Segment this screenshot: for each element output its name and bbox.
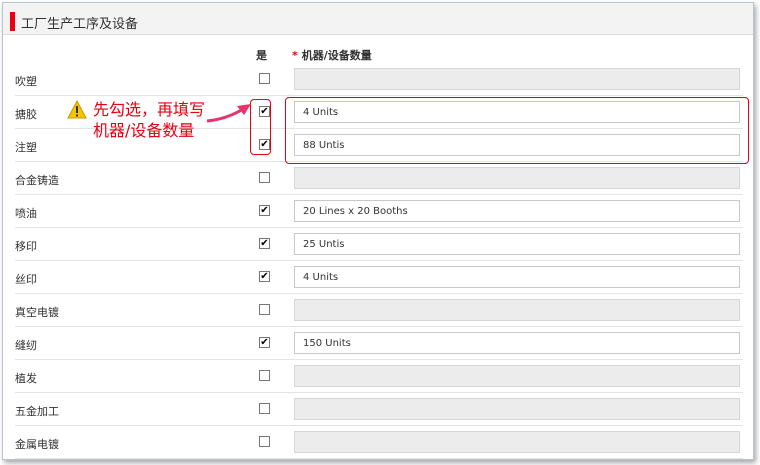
required-mark: * <box>292 49 298 62</box>
column-header-quantity: * 机器/设备数量 <box>292 47 372 63</box>
callout-line-2: 机器/设备数量 <box>93 121 195 140</box>
process-checkbox[interactable]: ✔ <box>259 205 270 216</box>
process-label: 移印 <box>15 240 37 253</box>
process-label: 金属电镀 <box>15 438 59 451</box>
quantity-input[interactable] <box>294 233 740 255</box>
callout-line-1: 先勾选，再填写 <box>93 100 206 119</box>
pointer-arrow-icon <box>206 104 251 123</box>
quantity-input[interactable] <box>294 68 740 90</box>
process-label: 五金加工 <box>15 405 59 418</box>
process-label: 真空电镀 <box>15 306 59 319</box>
process-checkbox[interactable]: ✔ <box>259 238 270 249</box>
process-checkbox[interactable] <box>259 172 270 183</box>
process-checkbox[interactable] <box>259 436 270 447</box>
process-label: 搪胶 <box>15 108 37 121</box>
table-row: 真空电镀 <box>15 294 743 327</box>
process-label: 吹塑 <box>15 75 37 88</box>
column-header-yes: 是 <box>256 49 267 62</box>
highlight-quantity-fields <box>285 97 749 164</box>
table-row: 吹塑 <box>15 63 743 96</box>
process-checkbox[interactable]: ✔ <box>259 337 270 348</box>
process-label: 植发 <box>15 372 37 385</box>
column-header-quantity-label: 机器/设备数量 <box>301 49 372 62</box>
process-checkbox[interactable]: ✔ <box>259 271 270 282</box>
table-row: 缝纫 ✔ <box>15 327 743 360</box>
quantity-input[interactable] <box>294 398 740 420</box>
quantity-input[interactable] <box>294 266 740 288</box>
warning-icon <box>67 100 87 119</box>
table-row: 五金加工 <box>15 393 743 426</box>
table-row: 丝印 ✔ <box>15 261 743 294</box>
process-checkbox[interactable] <box>259 403 270 414</box>
quantity-input[interactable] <box>294 167 740 189</box>
table-row: 喷油 ✔ <box>15 195 743 228</box>
section-header: 工厂生产工序及设备 <box>3 3 753 35</box>
table-row: 移印 ✔ <box>15 228 743 261</box>
table-row: 植发 <box>15 360 743 393</box>
process-label: 丝印 <box>15 273 37 286</box>
quantity-input[interactable] <box>294 431 740 453</box>
process-label: 缝纫 <box>15 339 37 352</box>
quantity-input[interactable] <box>294 332 740 354</box>
process-checkbox[interactable] <box>259 304 270 315</box>
process-checkbox[interactable] <box>259 370 270 381</box>
form-panel: 工厂生产工序及设备 是 *机器/设备数量 吹塑搪胶✔注塑✔合金铸造喷油✔移印✔丝… <box>2 2 754 460</box>
section-accent-bar <box>10 12 15 31</box>
table-row: 金属电镀 <box>15 426 743 459</box>
process-checkbox[interactable] <box>259 73 270 84</box>
process-label: 合金铸造 <box>15 174 59 187</box>
quantity-input[interactable] <box>294 200 740 222</box>
section-title: 工厂生产工序及设备 <box>21 17 139 32</box>
process-label: 喷油 <box>15 207 37 220</box>
quantity-input[interactable] <box>294 365 740 387</box>
quantity-input[interactable] <box>294 299 740 321</box>
table-row: 合金铸造 <box>15 162 743 195</box>
instruction-callout: 先勾选，再填写 机器/设备数量 <box>93 99 205 141</box>
process-label: 注塑 <box>15 141 37 154</box>
